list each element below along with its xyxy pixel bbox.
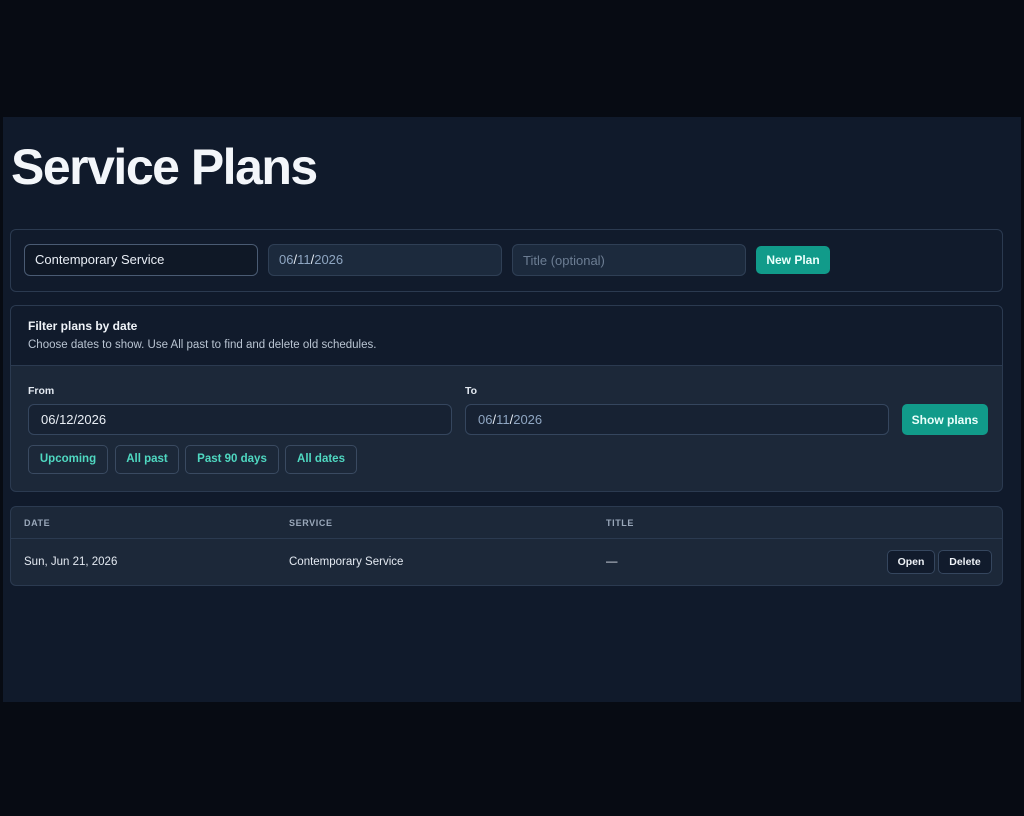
row-title: — [606,556,618,568]
plan-date-day: 11 [297,252,311,267]
chip-past-90-days[interactable]: Past 90 days [185,445,279,474]
to-label: To [465,385,478,397]
open-button[interactable]: Open [887,550,935,574]
app-container: Service Plans Contemporary Service 06/11… [3,117,1021,702]
filter-title: Filter plans by date [28,319,138,333]
row-service: Contemporary Service [289,556,404,568]
to-date-month: 06 [478,412,493,427]
to-date-day: 11 [496,412,510,427]
from-label: From [28,385,55,397]
plans-table: DATE SERVICE TITLE Sun, Jun 21, 2026 Con… [10,506,1003,586]
service-select[interactable]: Contemporary Service [24,244,258,276]
page-title: Service Plans [11,139,318,195]
chip-upcoming[interactable]: Upcoming [28,445,108,474]
create-plan-bar: Contemporary Service 06/11/2026 New Plan [10,229,1003,292]
new-plan-button[interactable]: New Plan [756,246,830,274]
filter-panel: Filter plans by date Choose dates to sho… [10,305,1003,492]
plan-date-field[interactable]: 06/11/2026 [268,244,502,276]
column-header-service: SERVICE [289,518,333,528]
to-date-field[interactable]: 06/11/2026 [465,404,889,435]
chip-all-past[interactable]: All past [115,445,179,474]
plan-date-month: 06 [279,252,294,267]
plan-date-year: 2026 [314,252,344,267]
plan-title-input[interactable] [512,244,746,276]
show-plans-button[interactable]: Show plans [902,404,988,435]
column-header-title: TITLE [606,518,634,528]
to-date-year: 2026 [513,412,543,427]
chip-all-dates[interactable]: All dates [285,445,357,474]
delete-button[interactable]: Delete [938,550,992,574]
row-date: Sun, Jun 21, 2026 [24,556,118,568]
filter-description: Choose dates to show. Use All past to fi… [28,339,377,351]
filter-header: Filter plans by date Choose dates to sho… [11,306,1002,366]
from-date-field[interactable]: 06/12/2026 [28,404,452,435]
header-divider [11,538,1002,539]
column-header-date: DATE [24,518,51,528]
